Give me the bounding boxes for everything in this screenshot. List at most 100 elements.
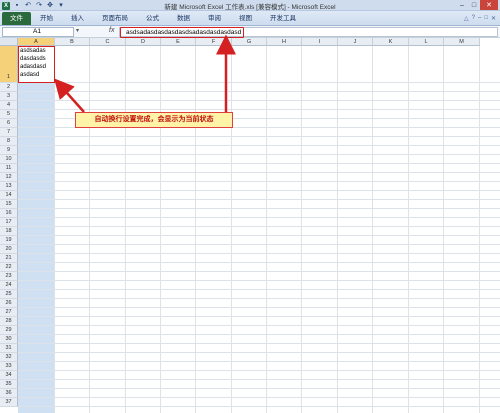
row-header[interactable]: 2 xyxy=(0,83,18,92)
grid-vline xyxy=(301,46,302,413)
row-header[interactable]: 7 xyxy=(0,128,18,137)
grid-hline xyxy=(18,370,500,371)
workbook-restore-icon[interactable]: □ xyxy=(484,15,488,22)
grid-hline xyxy=(18,334,500,335)
column-header[interactable]: H xyxy=(267,38,302,46)
row-header[interactable]: 36 xyxy=(0,389,18,398)
row-header[interactable]: 37 xyxy=(0,398,18,407)
column-header[interactable]: C xyxy=(90,38,126,46)
grid-hline xyxy=(18,208,500,209)
tab-view[interactable]: 视图 xyxy=(230,12,261,25)
formula-input[interactable]: asdsadasdasdasdasdsadasdasdasdasd xyxy=(119,27,498,38)
row-header[interactable]: 28 xyxy=(0,317,18,326)
grid-hline xyxy=(18,253,500,254)
column-header[interactable]: K xyxy=(373,38,409,46)
row-header[interactable]: 33 xyxy=(0,362,18,371)
insert-function-icon[interactable]: fx xyxy=(109,27,114,34)
tab-home[interactable]: 开始 xyxy=(31,12,62,25)
tab-developer[interactable]: 开发工具 xyxy=(261,12,305,25)
row-header[interactable]: 29 xyxy=(0,326,18,335)
tab-page-layout[interactable]: 页面布局 xyxy=(93,12,137,25)
column-header[interactable]: J xyxy=(338,38,373,46)
row-header[interactable]: 12 xyxy=(0,173,18,182)
row-header[interactable]: 21 xyxy=(0,254,18,263)
row-header[interactable]: 18 xyxy=(0,227,18,236)
grid-hline xyxy=(18,100,500,101)
row-header[interactable]: 25 xyxy=(0,290,18,299)
row-header[interactable]: 4 xyxy=(0,101,18,110)
row-header[interactable]: 30 xyxy=(0,335,18,344)
row-header[interactable]: 11 xyxy=(0,164,18,173)
chevron-down-icon[interactable]: ▾ xyxy=(76,27,79,34)
grid-hline xyxy=(18,91,500,92)
row-header[interactable]: 34 xyxy=(0,371,18,380)
row-header[interactable]: 9 xyxy=(0,146,18,155)
row-header[interactable]: 24 xyxy=(0,281,18,290)
maximize-button[interactable]: □ xyxy=(468,0,480,10)
row-header[interactable]: 5 xyxy=(0,110,18,119)
grid-hline xyxy=(18,136,500,137)
row-header[interactable]: 15 xyxy=(0,200,18,209)
row-header[interactable]: 1 xyxy=(0,46,18,83)
row-header[interactable]: 17 xyxy=(0,218,18,227)
column-header[interactable]: I xyxy=(302,38,338,46)
tab-data[interactable]: 数据 xyxy=(168,12,199,25)
ribbon-tabs: 文件 开始 插入 页面布局 公式 数据 审阅 视图 开发工具 △ ? – □ ✕ xyxy=(0,11,500,26)
column-header[interactable]: L xyxy=(409,38,444,46)
row-header[interactable]: 14 xyxy=(0,191,18,200)
grid-hline xyxy=(18,307,500,308)
minimize-button[interactable]: – xyxy=(456,0,468,10)
column-header[interactable]: G xyxy=(232,38,267,46)
workbook-minimize-icon[interactable]: – xyxy=(478,15,481,22)
row-header[interactable]: 22 xyxy=(0,263,18,272)
grid-hline xyxy=(18,316,500,317)
grid-vline xyxy=(125,46,126,413)
row-header[interactable]: 8 xyxy=(0,137,18,146)
row-header[interactable]: 6 xyxy=(0,119,18,128)
arrow-to-cell xyxy=(54,78,85,113)
grid-vline xyxy=(160,46,161,413)
row-header[interactable]: 20 xyxy=(0,245,18,254)
row-header[interactable]: 10 xyxy=(0,155,18,164)
cell-a1-line: adasdasd xyxy=(20,64,47,70)
window-controls: – □ ✕ xyxy=(456,0,498,10)
row-header[interactable]: 32 xyxy=(0,353,18,362)
selected-column-highlight xyxy=(18,46,55,413)
tab-file[interactable]: 文件 xyxy=(2,12,31,25)
column-header[interactable]: F xyxy=(196,38,232,46)
collapse-ribbon-icon[interactable]: △ xyxy=(464,15,469,22)
grid-hline xyxy=(18,172,500,173)
grid-hline xyxy=(18,190,500,191)
row-header[interactable]: 31 xyxy=(0,344,18,353)
name-box[interactable]: A1 xyxy=(2,27,74,37)
row-header[interactable]: 27 xyxy=(0,308,18,317)
column-header[interactable]: B xyxy=(55,38,90,46)
row-header[interactable]: 19 xyxy=(0,236,18,245)
row-header[interactable]: 23 xyxy=(0,272,18,281)
workbook-close-icon[interactable]: ✕ xyxy=(491,15,496,22)
grid-vline xyxy=(89,46,90,413)
close-button[interactable]: ✕ xyxy=(480,0,498,10)
grid-vline xyxy=(479,46,480,413)
ribbon-right-controls: △ ? – □ ✕ xyxy=(464,15,500,22)
grid-hline xyxy=(18,397,500,398)
select-all-corner[interactable] xyxy=(0,38,18,46)
window-title: 新建 Microsoft Excel 工作表.xls [兼容模式] - Micr… xyxy=(164,4,336,11)
column-header[interactable]: M xyxy=(444,38,480,46)
cell-a1[interactable]: asdsadas dasdasds adasdasd asdasd xyxy=(18,46,55,83)
tab-insert[interactable]: 插入 xyxy=(62,12,93,25)
tab-formulas[interactable]: 公式 xyxy=(137,12,168,25)
tab-review[interactable]: 审阅 xyxy=(199,12,230,25)
cell-a1-line: dasdasds xyxy=(20,56,46,62)
column-header[interactable]: A xyxy=(18,38,55,46)
row-header[interactable]: 26 xyxy=(0,299,18,308)
grid-hline xyxy=(18,244,500,245)
row-header[interactable]: 13 xyxy=(0,182,18,191)
column-header[interactable]: E xyxy=(161,38,196,46)
grid-hline xyxy=(18,145,500,146)
row-header[interactable]: 35 xyxy=(0,380,18,389)
help-icon[interactable]: ? xyxy=(472,15,475,22)
row-header[interactable]: 16 xyxy=(0,209,18,218)
column-header[interactable]: D xyxy=(126,38,161,46)
row-header[interactable]: 3 xyxy=(0,92,18,101)
